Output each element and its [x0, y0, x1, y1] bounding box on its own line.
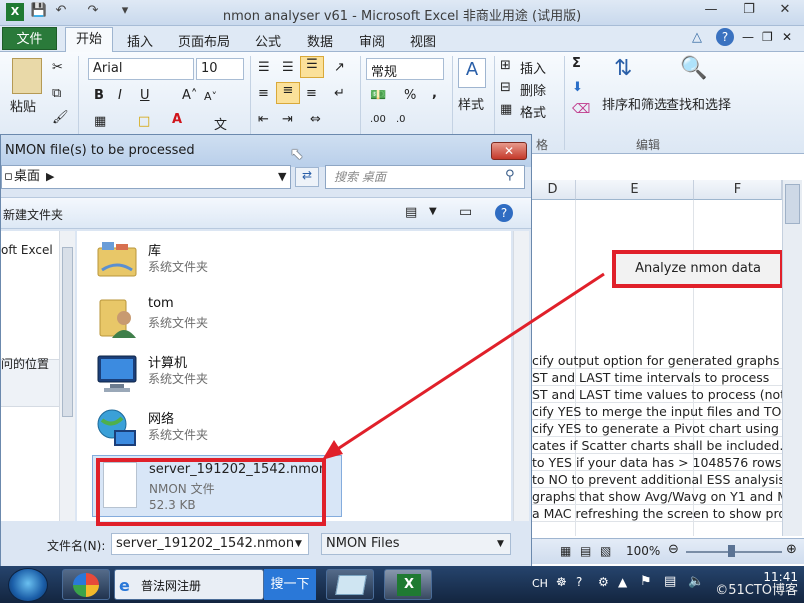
ie-tab-label: 普法网注册: [141, 579, 202, 593]
search-button[interactable]: 搜一下: [264, 569, 316, 600]
taskbar-ie-button[interactable]: e 普法网注册: [114, 569, 264, 600]
excel-icon: X: [397, 574, 421, 596]
taskbar-window-button[interactable]: [326, 569, 374, 600]
taskbar-excel-button[interactable]: X: [384, 569, 432, 600]
watermark-text: ©51CTO博客: [715, 583, 798, 598]
ime-options-icon[interactable]: ⚙: [598, 575, 609, 589]
ie-icon: e: [119, 576, 130, 595]
ime-indicator[interactable]: CH: [532, 577, 548, 590]
windows-taskbar: e 普法网注册 搜一下 X CH ☸ ? ⚙ ▲ ⚑ ▤ 🔈 11:41 ©51…: [0, 566, 804, 603]
tray-expand-icon[interactable]: ▲: [618, 575, 627, 589]
network-tray-icon[interactable]: ▤: [664, 574, 676, 589]
volume-icon[interactable]: 🔈: [688, 574, 704, 589]
app-logo-icon: [73, 573, 99, 597]
taskbar-app-button[interactable]: [62, 569, 110, 600]
action-center-flag-icon[interactable]: ⚑: [640, 574, 652, 589]
ime-help-icon[interactable]: ?: [576, 575, 582, 589]
window-icon: [335, 575, 367, 595]
system-clock[interactable]: 11:41 ©51CTO博客: [715, 570, 798, 598]
ime-settings-icon[interactable]: ☸: [556, 575, 567, 589]
start-button[interactable]: [8, 568, 48, 602]
mouse-cursor-icon: ⬉: [290, 144, 304, 163]
clock-time: 11:41: [763, 570, 798, 584]
annotation-arrow: [322, 272, 605, 460]
